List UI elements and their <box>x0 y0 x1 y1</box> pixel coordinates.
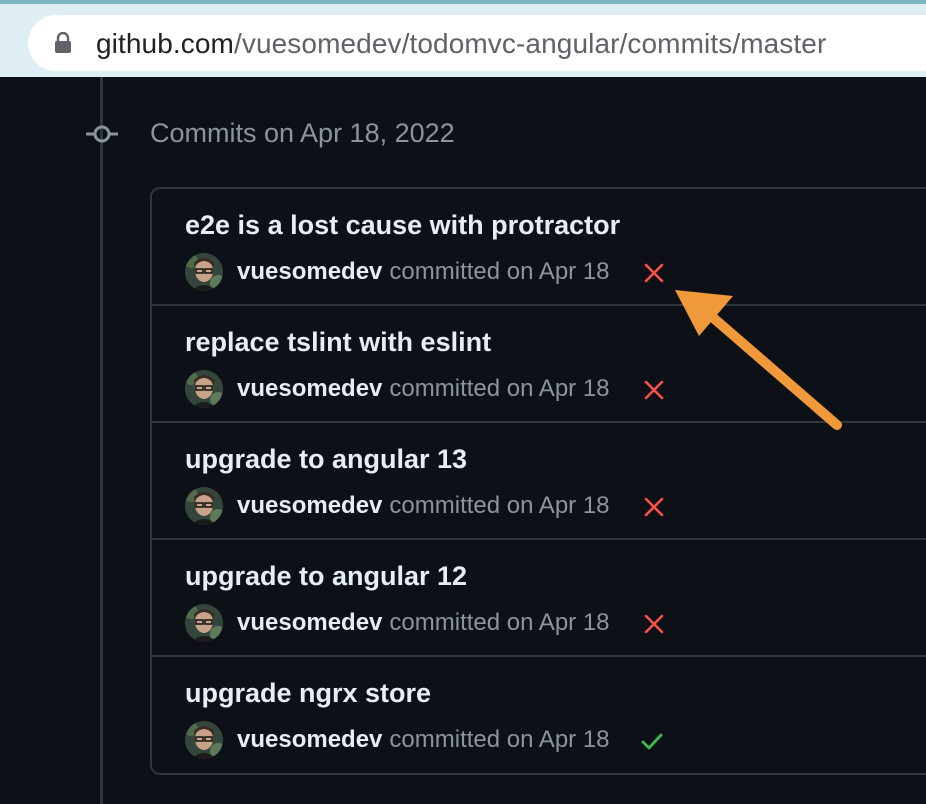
browser-toolbar: github.com/vuesomedev/todomvc-angular/co… <box>0 0 926 77</box>
avatar[interactable] <box>185 253 223 291</box>
commit-title-link[interactable]: replace tslint with eslint <box>185 327 491 358</box>
timeline-line <box>100 77 103 804</box>
author-name[interactable]: vuesomedev <box>237 258 382 285</box>
commit-title-link[interactable]: upgrade to angular 13 <box>185 444 467 475</box>
commit-list: e2e is a lost cause with protractor vueso… <box>150 187 926 775</box>
x-icon[interactable] <box>642 378 666 402</box>
commit-title-link[interactable]: e2e is a lost cause with protractor <box>185 210 620 241</box>
author-name[interactable]: vuesomedev <box>237 492 382 519</box>
author-name[interactable]: vuesomedev <box>237 726 382 753</box>
commit-author-link[interactable]: vuesomedev committed on Apr 18 <box>237 492 610 520</box>
commit-title-link[interactable]: upgrade ngrx store <box>185 678 431 709</box>
commit-date-heading: Commits on Apr 18, 2022 <box>150 118 455 148</box>
lock-icon[interactable] <box>54 32 72 54</box>
author-name[interactable]: vuesomedev <box>237 609 382 636</box>
author-name[interactable]: vuesomedev <box>237 375 382 402</box>
url-host: github.com <box>96 28 234 59</box>
commit-row: upgrade to angular 13 vuesomedev committed… <box>152 423 926 540</box>
avatar[interactable] <box>185 487 223 525</box>
git-commit-icon <box>86 125 118 143</box>
avatar[interactable] <box>185 370 223 408</box>
commit-author-link[interactable]: vuesomedev committed on Apr 18 <box>237 726 610 754</box>
x-icon[interactable] <box>642 495 666 519</box>
avatar[interactable] <box>185 721 223 759</box>
url-text: github.com/vuesomedev/todomvc-angular/co… <box>96 28 826 60</box>
commit-meta: committed on Apr 18 <box>389 375 610 402</box>
x-icon[interactable] <box>642 261 666 285</box>
commit-meta: committed on Apr 18 <box>389 726 610 753</box>
url-path: /vuesomedev/todomvc-angular/commits/mast… <box>233 28 827 59</box>
commit-author-link[interactable]: vuesomedev committed on Apr 18 <box>237 609 610 637</box>
commit-author-link[interactable]: vuesomedev committed on Apr 18 <box>237 258 610 286</box>
avatar[interactable] <box>185 604 223 642</box>
commit-meta: committed on Apr 18 <box>389 258 610 285</box>
commit-meta: committed on Apr 18 <box>389 492 610 519</box>
commit-row: upgrade ngrx store vuesomedev committed on… <box>152 657 926 773</box>
x-icon[interactable] <box>642 612 666 636</box>
annotation-arrow <box>675 290 842 430</box>
address-bar[interactable]: github.com/vuesomedev/todomvc-angular/co… <box>28 15 926 71</box>
commit-author-link[interactable]: vuesomedev committed on Apr 18 <box>237 375 610 403</box>
commit-meta: committed on Apr 18 <box>389 609 610 636</box>
commit-row: upgrade to angular 12 vuesomedev committed… <box>152 540 926 657</box>
commit-title-link[interactable]: upgrade to angular 12 <box>185 561 467 592</box>
check-icon[interactable] <box>640 729 664 753</box>
